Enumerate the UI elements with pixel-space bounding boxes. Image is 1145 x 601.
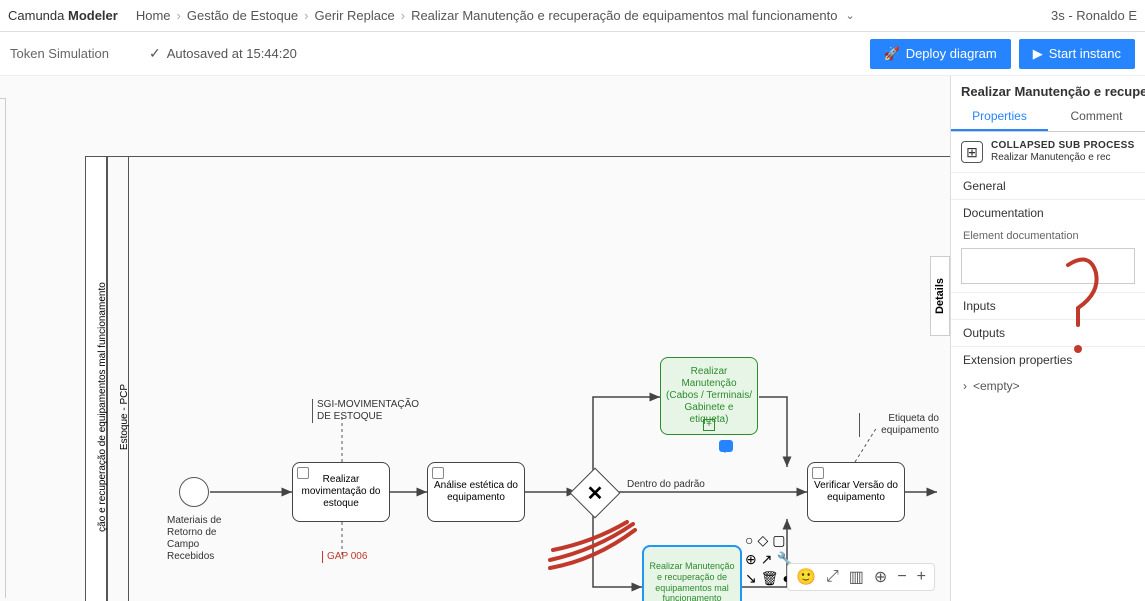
bpmn-diagram: ção e recuperação de equipamentos mal fu… <box>85 156 945 601</box>
connect-icon[interactable]: ↘ <box>745 570 757 587</box>
tab-comments[interactable]: Comment <box>1048 103 1145 131</box>
deploy-button[interactable]: 🚀 Deploy diagram <box>870 39 1011 69</box>
section-documentation[interactable]: Documentation <box>951 199 1145 226</box>
element-type: COLLAPSED SUB PROCESS <box>991 140 1135 152</box>
flow-label-padrao: Dentro do padrão <box>627 479 705 491</box>
palette-edge <box>0 98 6 598</box>
fullscreen-icon[interactable]: ⤢ <box>826 568 839 586</box>
token-simulation-toggle[interactable]: Token Simulation <box>10 46 109 61</box>
append-gateway-icon[interactable]: ◇ <box>757 532 768 549</box>
task-label: Verificar Versão do equipamento <box>812 480 900 504</box>
section-general[interactable]: General <box>951 172 1145 199</box>
doc-field-label: Element documentation <box>951 226 1145 244</box>
element-header: ⊞ COLLAPSED SUB PROCESS Realizar Manuten… <box>951 132 1145 172</box>
details-label: Details <box>934 278 946 314</box>
start-label: Start instanc <box>1049 46 1121 61</box>
pool[interactable]: ção e recuperação de equipamentos mal fu… <box>85 156 107 601</box>
section-extension[interactable]: Extension properties <box>951 346 1145 373</box>
subprocess-placas-selected[interactable]: Realizar Manutenção e recuperação de equ… <box>642 545 742 601</box>
crumb-estoque[interactable]: Gestão de Estoque <box>187 8 298 23</box>
task-label: Análise estética do equipamento <box>432 480 520 504</box>
zoom-in-icon[interactable]: + <box>917 568 926 586</box>
workspace: ção e recuperação de equipamentos mal fu… <box>0 76 1145 601</box>
start-instance-button[interactable]: ▶ Start instanc <box>1019 39 1135 69</box>
crumb-current[interactable]: Realizar Manutenção e recuperação de equ… <box>411 8 837 23</box>
crumb-gerir[interactable]: Gerir Replace <box>315 8 395 23</box>
text-annotation-gap[interactable]: GAP 006 <box>322 551 367 563</box>
action-bar: Token Simulation ✓ Autosaved at 15:44:20… <box>0 32 1145 76</box>
properties-panel: Realizar Manutenção e recupera Propertie… <box>950 76 1145 601</box>
lane-header[interactable]: Estoque - PCP <box>107 157 129 601</box>
feedback-icon[interactable]: 🙂 <box>796 567 816 587</box>
text-annotation-etiqueta[interactable]: Etiqueta do equipamento <box>859 413 939 437</box>
comment-icon[interactable] <box>719 440 733 452</box>
expand-icon[interactable]: + <box>703 419 715 431</box>
annotation-icon[interactable]: ⊕ <box>745 551 757 568</box>
tab-properties[interactable]: Properties <box>951 103 1048 131</box>
task-movimentacao[interactable]: Realizar movimentação do estoque <box>292 462 390 522</box>
user-task-icon <box>297 467 309 479</box>
append-end-event-icon[interactable]: ○ <box>745 532 753 549</box>
append-task-icon[interactable]: ▢ <box>772 532 785 549</box>
documentation-textarea[interactable] <box>961 248 1135 284</box>
diagram-canvas[interactable]: ção e recuperação de equipamentos mal fu… <box>0 76 950 601</box>
exclusive-gateway[interactable]: ✕ <box>570 468 621 519</box>
subprocess-label: Realizar Manutenção e recuperação de equ… <box>648 561 736 601</box>
extension-empty-row[interactable]: ›<empty> <box>951 373 1145 399</box>
top-bar: Camunda Modeler Home› Gestão de Estoque›… <box>0 0 1145 32</box>
rocket-icon: 🚀 <box>884 46 900 62</box>
manual-task-icon <box>812 467 824 479</box>
change-type-icon[interactable]: ↗ <box>761 551 773 568</box>
start-event-label: Materiais de Retorno de Campo Recebidos <box>167 515 237 563</box>
app-logo: Camunda Modeler <box>8 8 118 23</box>
task-verificar-versao[interactable]: Verificar Versão do equipamento <box>807 462 905 522</box>
canvas-tools: 🙂 ⤢ ▥ ⊕ − + <box>787 563 935 591</box>
minimap-icon[interactable]: ▥ <box>849 567 864 587</box>
breadcrumb: Home› Gestão de Estoque› Gerir Replace› … <box>136 8 855 23</box>
lane-label: Estoque - PCP <box>119 337 130 497</box>
subprocess-cabos[interactable]: Realizar Manutenção (Cabos / Terminais/ … <box>660 357 758 435</box>
delete-icon[interactable]: 🗑 <box>761 570 779 587</box>
play-icon: ▶ <box>1033 46 1043 62</box>
panel-title: Realizar Manutenção e recupera <box>951 76 1145 103</box>
text-annotation-sgi[interactable]: SGI-MOVIMENTAÇÃO DE ESTOQUE <box>312 399 432 423</box>
task-label: Realizar movimentação do estoque <box>297 474 385 510</box>
lane: Estoque - PCP <box>107 156 950 601</box>
deploy-label: Deploy diagram <box>906 46 997 61</box>
details-tab-toggle[interactable]: Details <box>930 256 950 336</box>
manual-task-icon <box>432 467 444 479</box>
panel-tabs: Properties Comment <box>951 103 1145 132</box>
check-icon: ✓ <box>149 45 161 62</box>
subprocess-type-icon: ⊞ <box>961 141 983 163</box>
user-label: 3s - Ronaldo E <box>1051 8 1137 23</box>
section-outputs[interactable]: Outputs <box>951 319 1145 346</box>
element-name: Realizar Manutenção e rec <box>991 152 1135 164</box>
task-analise[interactable]: Análise estética do equipamento <box>427 462 525 522</box>
zoom-out-icon[interactable]: − <box>897 568 906 586</box>
crumb-home[interactable]: Home <box>136 8 171 23</box>
subprocess-label: Realizar Manutenção (Cabos / Terminais/ … <box>665 366 753 426</box>
section-inputs[interactable]: Inputs <box>951 292 1145 319</box>
start-event[interactable] <box>179 477 209 507</box>
chevron-down-icon[interactable]: ⌄ <box>845 9 854 22</box>
reset-view-icon[interactable]: ⊕ <box>874 567 887 587</box>
autosave-label: Autosaved at 15:44:20 <box>167 46 297 61</box>
